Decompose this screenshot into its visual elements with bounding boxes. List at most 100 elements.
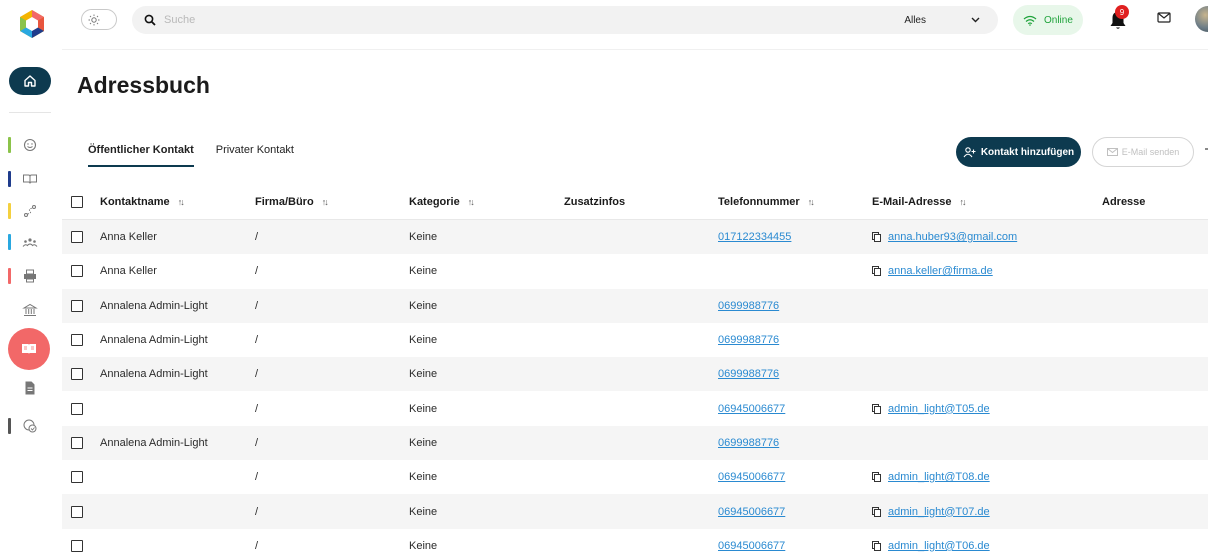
notification-badge: 9 [1115, 5, 1129, 19]
sort-icon[interactable]: ↑↓ [468, 197, 475, 207]
email-link[interactable]: anna.huber93@gmail.com [888, 231, 1017, 243]
table-row[interactable]: Annalena Admin-Light / Keine 0699988776 [62, 425, 1208, 461]
add-contact-button[interactable]: Kontakt hinzufügen [956, 137, 1081, 167]
sidebar-color-bar [8, 203, 11, 219]
phone-link[interactable]: 017122334455 [718, 231, 791, 243]
table-header-row: Kontaktname ↑↓ Firma/Büro ↑↓ Kategorie ↑↓ Z… [62, 184, 1208, 220]
sidebar-item-library[interactable] [0, 165, 62, 193]
email-link[interactable]: admin_light@T08.de [888, 471, 990, 483]
row-checkbox[interactable] [71, 471, 83, 484]
phone-link[interactable]: 0699988776 [718, 437, 779, 449]
cell-kategorie: Keine [409, 265, 438, 278]
phone-link[interactable]: 06945006677 [718, 540, 785, 552]
column-header-label: Zusatzinfos [564, 195, 626, 208]
sort-icon[interactable]: ↑↓ [959, 197, 966, 207]
copy-icon[interactable] [872, 403, 881, 414]
copy-icon[interactable] [872, 540, 881, 551]
printer-icon [24, 269, 36, 283]
cell-kategorie: Keine [409, 368, 438, 381]
row-checkbox[interactable] [71, 334, 83, 347]
theme-toggle[interactable] [81, 9, 117, 30]
column-header-kategorie[interactable]: Kategorie ↑↓ [409, 184, 475, 219]
row-checkbox[interactable] [71, 265, 83, 278]
send-email-button[interactable]: E-Mail senden [1092, 137, 1194, 167]
row-checkbox[interactable] [71, 539, 83, 552]
search-scope-select[interactable]: Alles [904, 6, 980, 34]
sidebar-item-bank[interactable] [0, 296, 62, 324]
cell-name: Anna Keller [100, 265, 157, 278]
cell-firma: / [255, 299, 259, 312]
column-header-label: Firma/Büro [255, 195, 314, 208]
tab-private-contacts[interactable]: Privater Kontakt [216, 144, 294, 167]
row-checkbox[interactable] [71, 436, 83, 449]
row-checkbox[interactable] [71, 402, 83, 415]
email-link[interactable]: admin_light@T05.de [888, 403, 990, 415]
sidebar-item-reports[interactable] [0, 412, 62, 440]
cell-firma: / [255, 539, 259, 552]
sidebar-color-bar [8, 268, 11, 284]
search-input[interactable] [164, 14, 864, 26]
cell-firma: / [255, 402, 259, 415]
table-row[interactable]: Anna Keller / Keine 017122334455 anna.hu… [62, 220, 1208, 255]
cell-name: Annalena Admin-Light [100, 334, 208, 347]
sort-icon[interactable]: ↑↓ [808, 197, 815, 207]
table-row[interactable]: Anna Keller / Keine anna.keller@firma.de [62, 254, 1208, 288]
table-row[interactable]: / Keine 06945006677 admin_light@T07.de [62, 494, 1208, 529]
table-row[interactable]: / Keine 06945006677 admin_light@T05.de [62, 391, 1208, 425]
row-checkbox[interactable] [71, 368, 83, 381]
tab-public-contacts[interactable]: Öffentlicher Kontakt [88, 144, 194, 167]
table-row[interactable]: Annalena Admin-Light / Keine 0699988776 [62, 288, 1208, 323]
people-icon [22, 238, 38, 247]
contact-tabs: Öffentlicher Kontakt Privater Kontakt [88, 144, 316, 167]
cell-kategorie: Keine [409, 299, 438, 312]
sidebar-item-print[interactable] [0, 262, 62, 290]
column-header-label: Kategorie [409, 195, 460, 208]
email-link[interactable]: admin_light@T07.de [888, 506, 990, 518]
phone-link[interactable]: 06945006677 [718, 506, 785, 518]
home-button[interactable] [9, 67, 51, 95]
sidebar-item-groups[interactable] [0, 228, 62, 256]
search-icon [144, 14, 156, 26]
online-status-label: Online [1044, 14, 1073, 26]
online-status[interactable]: Online [1013, 5, 1083, 35]
table-row[interactable]: / Keine 06945006677 admin_light@T06.de [62, 529, 1208, 560]
sidebar-item-feedback[interactable] [0, 131, 62, 159]
copy-icon[interactable] [872, 472, 881, 483]
app-logo-icon[interactable] [17, 9, 47, 39]
cell-firma: / [255, 471, 259, 484]
avatar[interactable] [1195, 6, 1208, 32]
mail-icon[interactable] [1157, 12, 1171, 23]
copy-icon[interactable] [872, 232, 881, 243]
search-scope-label: Alles [904, 14, 926, 26]
phone-link[interactable]: 0699988776 [718, 300, 779, 312]
cell-firma: / [255, 265, 259, 278]
phone-link[interactable]: 0699988776 [718, 334, 779, 346]
phone-link[interactable]: 0699988776 [718, 368, 779, 380]
column-header-email[interactable]: E-Mail-Adresse ↑↓ [872, 184, 966, 219]
phone-link[interactable]: 06945006677 [718, 471, 785, 483]
sort-icon[interactable]: ↑↓ [322, 197, 329, 207]
row-checkbox[interactable] [71, 299, 83, 312]
sidebar-item-documents[interactable] [0, 374, 62, 402]
sidebar-item-address-book[interactable] [8, 328, 50, 370]
column-header-telefon[interactable]: Telefonnummer ↑↓ [718, 184, 815, 219]
copy-icon[interactable] [872, 266, 881, 277]
table-row[interactable]: Annalena Admin-Light / Keine 0699988776 [62, 323, 1208, 357]
column-header-name[interactable]: Kontaktname ↑↓ [100, 184, 185, 219]
table-row[interactable]: Annalena Admin-Light / Keine 0699988776 [62, 357, 1208, 392]
phone-link[interactable]: 06945006677 [718, 403, 785, 415]
table-row[interactable]: / Keine 06945006677 admin_light@T08.de [62, 460, 1208, 494]
select-all-checkbox[interactable] [71, 195, 83, 208]
row-checkbox[interactable] [71, 505, 83, 518]
copy-icon[interactable] [872, 506, 881, 517]
sidebar-item-routes[interactable] [0, 197, 62, 225]
row-checkbox[interactable] [71, 231, 83, 244]
search-bar: Alles [132, 6, 998, 34]
email-link[interactable]: anna.keller@firma.de [888, 265, 993, 277]
email-link[interactable]: admin_light@T06.de [888, 540, 990, 552]
sort-icon[interactable]: ↑↓ [178, 197, 185, 207]
sidebar-color-bar [8, 234, 11, 250]
cell-firma: / [255, 334, 259, 347]
column-header-firma[interactable]: Firma/Büro ↑↓ [255, 184, 329, 219]
smiley-icon [23, 138, 37, 152]
